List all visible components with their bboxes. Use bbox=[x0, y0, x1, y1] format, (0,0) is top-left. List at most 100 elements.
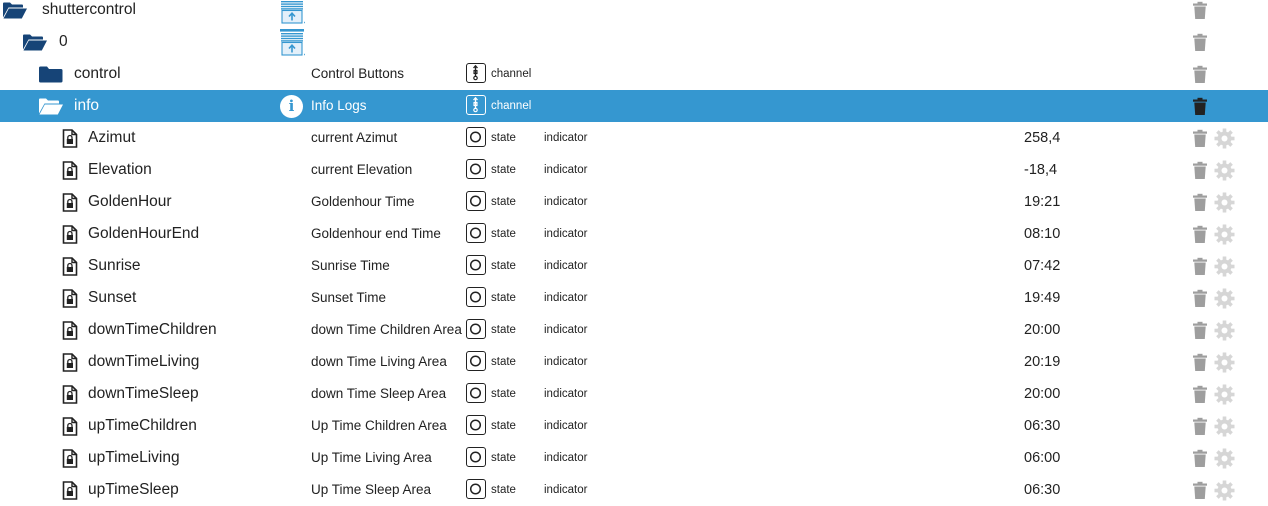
tree-row-GoldenHour[interactable]: GoldenHour Goldenhour Time state indicator 1… bbox=[0, 186, 1268, 218]
enum-blinds-icon[interactable] bbox=[279, 0, 306, 29]
object-value[interactable]: -18,4 bbox=[1024, 154, 1057, 186]
folder-open-icon[interactable] bbox=[2, 1, 28, 20]
file-lock-icon[interactable] bbox=[62, 385, 78, 404]
file-lock-icon[interactable] bbox=[62, 353, 78, 372]
file-lock-icon[interactable] bbox=[62, 417, 78, 436]
gear-icon[interactable] bbox=[1214, 128, 1235, 154]
object-value[interactable]: 20:00 bbox=[1024, 378, 1060, 410]
object-description: down Time Living Area bbox=[311, 354, 447, 369]
trash-icon[interactable] bbox=[1192, 225, 1208, 249]
file-lock-icon[interactable] bbox=[62, 321, 78, 340]
object-value[interactable]: 08:10 bbox=[1024, 218, 1060, 250]
gear-icon[interactable] bbox=[1214, 320, 1235, 346]
gear-icon[interactable] bbox=[1214, 384, 1235, 410]
channel-icon bbox=[466, 63, 486, 83]
object-role: indicator bbox=[544, 324, 588, 336]
enum-blinds-icon[interactable] bbox=[279, 28, 306, 61]
object-type: state bbox=[491, 292, 516, 304]
gear-icon[interactable] bbox=[1214, 256, 1235, 282]
tree-row-downTimeSleep[interactable]: downTimeSleep down Time Sleep Area state in… bbox=[0, 378, 1268, 410]
object-description: Up Time Sleep Area bbox=[311, 482, 432, 497]
object-type: state bbox=[491, 164, 516, 176]
state-icon bbox=[466, 415, 486, 435]
state-icon bbox=[466, 159, 486, 179]
object-value[interactable]: 20:00 bbox=[1024, 314, 1060, 346]
file-lock-icon[interactable] bbox=[62, 481, 78, 500]
tree-row-info[interactable]: info i Info Logs channel bbox=[0, 90, 1268, 122]
trash-icon[interactable] bbox=[1192, 1, 1208, 25]
object-role: indicator bbox=[544, 356, 588, 368]
object-value[interactable]: 19:21 bbox=[1024, 186, 1060, 218]
object-name: shuttercontrol bbox=[42, 1, 136, 18]
trash-icon[interactable] bbox=[1192, 65, 1208, 89]
gear-icon[interactable] bbox=[1214, 192, 1235, 218]
trash-icon[interactable] bbox=[1192, 129, 1208, 153]
trash-icon[interactable] bbox=[1192, 353, 1208, 377]
state-icon bbox=[466, 383, 486, 403]
trash-icon[interactable] bbox=[1192, 33, 1208, 57]
object-value[interactable]: 06:30 bbox=[1024, 474, 1060, 506]
gear-icon[interactable] bbox=[1214, 352, 1235, 378]
tree-row-Sunset[interactable]: Sunset Sunset Time state indicator 19:49 bbox=[0, 282, 1268, 314]
object-name: upTimeSleep bbox=[88, 481, 179, 498]
folder-icon[interactable] bbox=[38, 65, 64, 84]
tree-row-upTimeSleep[interactable]: upTimeSleep Up Time Sleep Area state indica… bbox=[0, 474, 1268, 506]
gear-icon[interactable] bbox=[1214, 288, 1235, 314]
file-lock-icon[interactable] bbox=[62, 129, 78, 148]
tree-row-upTimeChildren[interactable]: upTimeChildren Up Time Children Area state… bbox=[0, 410, 1268, 442]
object-description: Control Buttons bbox=[311, 66, 405, 81]
tree-row-Elevation[interactable]: Elevation current Elevation state indicator… bbox=[0, 154, 1268, 186]
trash-icon[interactable] bbox=[1192, 417, 1208, 441]
tree-row-shuttercontrol[interactable]: shuttercontrol bbox=[0, 0, 1268, 26]
channel-icon bbox=[466, 95, 486, 115]
info-icon[interactable]: i bbox=[280, 95, 303, 118]
object-role: indicator bbox=[544, 132, 588, 144]
tree-row-control[interactable]: control Control Buttons channel bbox=[0, 58, 1268, 90]
trash-icon[interactable] bbox=[1192, 161, 1208, 185]
tree-row-GoldenHourEnd[interactable]: GoldenHourEnd Goldenhour end Time state ind… bbox=[0, 218, 1268, 250]
object-value[interactable]: 06:30 bbox=[1024, 410, 1060, 442]
trash-icon[interactable] bbox=[1192, 481, 1208, 505]
gear-icon[interactable] bbox=[1214, 224, 1235, 250]
trash-icon[interactable] bbox=[1192, 289, 1208, 313]
object-type: state bbox=[491, 484, 516, 496]
object-role: indicator bbox=[544, 228, 588, 240]
object-type: channel bbox=[491, 100, 532, 112]
object-value[interactable]: 07:42 bbox=[1024, 250, 1060, 282]
tree-row-Sunrise[interactable]: Sunrise Sunrise Time state indicator 07:42 bbox=[0, 250, 1268, 282]
file-lock-icon[interactable] bbox=[62, 193, 78, 212]
gear-icon[interactable] bbox=[1214, 448, 1235, 474]
tree-row-0[interactable]: 0 bbox=[0, 26, 1268, 58]
object-value[interactable]: 20:19 bbox=[1024, 346, 1060, 378]
trash-icon[interactable] bbox=[1192, 193, 1208, 217]
tree-row-downTimeChildren[interactable]: downTimeChildren down Time Children Area s… bbox=[0, 314, 1268, 346]
trash-icon[interactable] bbox=[1192, 385, 1208, 409]
object-value[interactable]: 258,4 bbox=[1024, 122, 1060, 154]
object-description: Up Time Children Area bbox=[311, 418, 447, 433]
object-value[interactable]: 06:00 bbox=[1024, 442, 1060, 474]
folder-open-icon[interactable] bbox=[38, 97, 64, 116]
file-lock-icon[interactable] bbox=[62, 289, 78, 308]
state-icon bbox=[466, 223, 486, 243]
gear-icon[interactable] bbox=[1214, 160, 1235, 186]
folder-open-icon[interactable] bbox=[22, 33, 48, 52]
tree-row-downTimeLiving[interactable]: downTimeLiving down Time Living Area state… bbox=[0, 346, 1268, 378]
tree-row-upTimeLiving[interactable]: upTimeLiving Up Time Living Area state indi… bbox=[0, 442, 1268, 474]
object-description: Sunset Time bbox=[311, 290, 387, 305]
file-lock-icon[interactable] bbox=[62, 225, 78, 244]
object-value[interactable]: 19:49 bbox=[1024, 282, 1060, 314]
object-description: Goldenhour Time bbox=[311, 194, 415, 209]
trash-icon[interactable] bbox=[1192, 321, 1208, 345]
file-lock-icon[interactable] bbox=[62, 449, 78, 468]
gear-icon[interactable] bbox=[1214, 416, 1235, 442]
state-icon bbox=[466, 191, 486, 211]
object-type: state bbox=[491, 356, 516, 368]
file-lock-icon[interactable] bbox=[62, 161, 78, 180]
trash-icon[interactable] bbox=[1192, 97, 1208, 121]
trash-icon[interactable] bbox=[1192, 449, 1208, 473]
trash-icon[interactable] bbox=[1192, 257, 1208, 281]
gear-icon[interactable] bbox=[1214, 480, 1235, 506]
tree-row-Azimut[interactable]: Azimut current Azimut state indicator 258,4 bbox=[0, 122, 1268, 154]
file-lock-icon[interactable] bbox=[62, 257, 78, 276]
object-type: state bbox=[491, 196, 516, 208]
